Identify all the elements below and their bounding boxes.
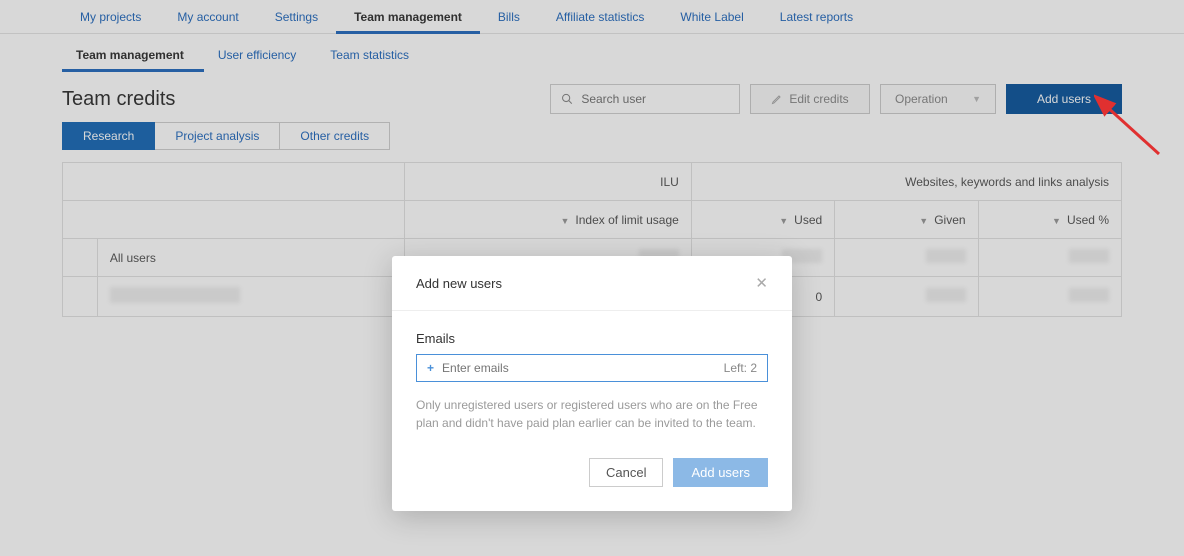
emails-left-count: Left: 2 (724, 361, 757, 375)
modal-title: Add new users (416, 276, 502, 291)
modal-overlay[interactable]: Add new users ✕ Emails + Left: 2 Only un… (0, 0, 1184, 556)
add-users-submit-button[interactable]: Add users (673, 458, 768, 487)
emails-field[interactable]: + Left: 2 (416, 354, 768, 382)
emails-help-text: Only unregistered users or registered us… (416, 396, 768, 432)
close-icon[interactable]: ✕ (755, 274, 768, 292)
add-users-modal: Add new users ✕ Emails + Left: 2 Only un… (392, 256, 792, 511)
emails-label: Emails (416, 331, 768, 346)
plus-icon: + (427, 361, 434, 375)
emails-input[interactable] (442, 361, 716, 375)
cancel-button[interactable]: Cancel (589, 458, 663, 487)
